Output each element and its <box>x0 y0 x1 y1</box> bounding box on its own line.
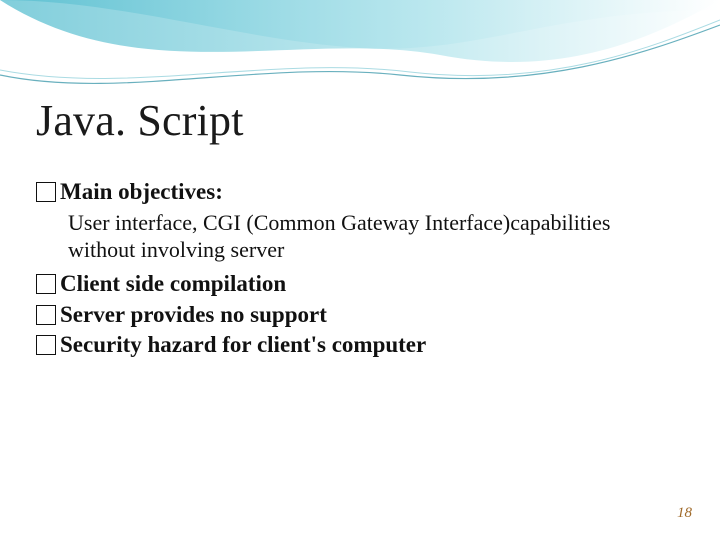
slide: Java. Script Main objectives: User inter… <box>0 0 720 540</box>
bullet-item: Server provides no support <box>36 301 676 330</box>
square-bullet-icon <box>36 335 56 355</box>
bullet-text: Security hazard for client's computer <box>60 331 426 360</box>
sub-bullet-text: User interface, CGI (Common Gateway Inte… <box>68 209 676 264</box>
square-bullet-icon <box>36 305 56 325</box>
page-number: 18 <box>677 505 692 522</box>
square-bullet-icon <box>36 274 56 294</box>
header-decoration <box>0 0 720 110</box>
bullet-text: Main objectives: <box>60 178 223 207</box>
slide-title: Java. Script <box>36 95 244 146</box>
bullet-item: Main objectives: <box>36 178 676 207</box>
bullet-text: Client side compilation <box>60 270 286 299</box>
slide-body: Main objectives: User interface, CGI (Co… <box>36 178 676 362</box>
bullet-text: Server provides no support <box>60 301 327 330</box>
square-bullet-icon <box>36 182 56 202</box>
bullet-item: Security hazard for client's computer <box>36 331 676 360</box>
bullet-item: Client side compilation <box>36 270 676 299</box>
